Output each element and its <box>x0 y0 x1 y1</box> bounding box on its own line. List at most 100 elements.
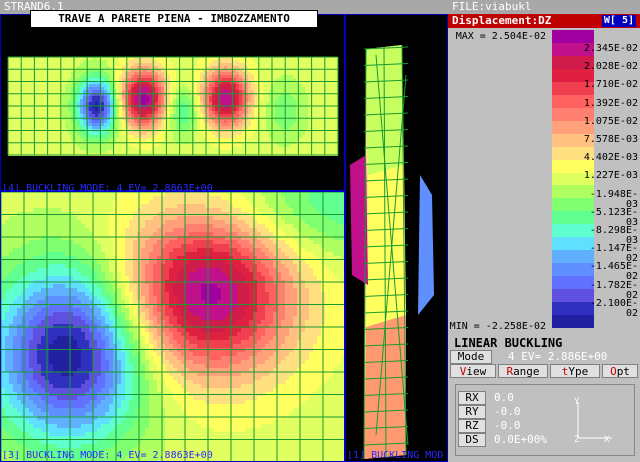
viewport-4-plot[interactable] <box>1 15 344 190</box>
contour-cell <box>227 126 230 129</box>
contour-cell <box>116 90 119 93</box>
contour-cell <box>177 216 181 220</box>
contour-cell <box>65 102 68 105</box>
contour-cell <box>26 66 29 69</box>
contour-cell <box>332 66 335 69</box>
contour-cell <box>158 84 161 87</box>
contour-cell <box>23 63 26 66</box>
contour-cell <box>56 123 59 126</box>
viewport-4[interactable] <box>0 14 345 191</box>
contour-cell <box>209 144 212 147</box>
contour-cell <box>277 248 281 252</box>
contour-cell <box>233 132 236 135</box>
contour-cell <box>105 232 109 236</box>
contour-cell <box>107 75 110 78</box>
contour-cell <box>266 150 269 153</box>
contour-cell <box>308 123 311 126</box>
contour-cell <box>299 147 302 150</box>
contour-cell <box>308 102 311 105</box>
contour-cell <box>80 102 83 105</box>
contour-cell <box>149 99 152 102</box>
contour-cell <box>77 99 80 102</box>
contour-cell <box>14 114 17 117</box>
contour-cell <box>217 244 221 248</box>
contour-cell <box>209 192 213 196</box>
contour-cell <box>37 240 41 244</box>
contour-cell <box>41 126 44 129</box>
contour-cell <box>116 150 119 153</box>
contour-cell <box>5 248 9 252</box>
contour-cell <box>176 75 179 78</box>
contour-cell <box>105 220 109 224</box>
contour-cell <box>141 248 145 252</box>
contour-cell <box>251 114 254 117</box>
contour-cell <box>177 192 181 196</box>
contour-cell <box>189 200 193 204</box>
contour-cell <box>193 220 197 224</box>
contour-cell <box>83 66 86 69</box>
contour-cell <box>302 78 305 81</box>
contour-cell <box>209 72 212 75</box>
viewport-3[interactable] <box>0 191 345 462</box>
contour-cell <box>289 220 293 224</box>
contour-cell <box>85 232 89 236</box>
contour-cell <box>14 99 17 102</box>
contour-cell <box>326 138 329 141</box>
contour-cell <box>308 63 311 66</box>
contour-cell <box>170 114 173 117</box>
contour-cell <box>254 75 257 78</box>
contour-cell <box>251 78 254 81</box>
contour-cell <box>281 224 285 228</box>
contour-cell <box>194 99 197 102</box>
contour-cell <box>109 232 113 236</box>
contour-cell <box>26 147 29 150</box>
contour-cell <box>50 135 53 138</box>
contour-cell <box>122 150 125 153</box>
contour-cell <box>169 192 173 196</box>
viewport-3-plot[interactable] <box>0 191 345 462</box>
contour-cell <box>329 232 333 236</box>
contour-cell <box>287 99 290 102</box>
contour-cell <box>44 84 47 87</box>
contour-cell <box>85 228 89 232</box>
contour-cell <box>85 248 89 252</box>
contour-cell <box>53 208 57 212</box>
contour-cell <box>245 240 249 244</box>
contour-cell <box>176 72 179 75</box>
contour-cell <box>37 196 41 200</box>
contour-cell <box>9 240 13 244</box>
contour-cell <box>56 111 59 114</box>
contour-cell <box>53 200 57 204</box>
contour-cell <box>93 216 97 220</box>
contour-cell <box>9 216 13 220</box>
contour-cell <box>325 248 329 252</box>
contour-cell <box>83 78 86 81</box>
contour-cell <box>65 244 69 248</box>
contour-cell <box>44 132 47 135</box>
contour-cell <box>95 96 98 99</box>
contour-cell <box>80 78 83 81</box>
contour-cell <box>266 72 269 75</box>
contour-cell <box>141 192 145 196</box>
contour-cell <box>146 102 149 105</box>
contour-cell <box>233 228 237 232</box>
contour-cell <box>337 208 341 212</box>
contour-cell <box>241 228 245 232</box>
contour-cell <box>325 224 329 228</box>
contour-cell <box>302 123 305 126</box>
contour-cell <box>158 96 161 99</box>
contour-cell <box>301 220 305 224</box>
contour-cell <box>134 72 137 75</box>
contour-cell <box>200 102 203 105</box>
contour-cell <box>290 132 293 135</box>
contour-cell <box>301 208 305 212</box>
contour-cell <box>65 84 68 87</box>
contour-cell <box>26 75 29 78</box>
contour-cell <box>301 248 305 252</box>
contour-cell <box>83 120 86 123</box>
contour-cell <box>77 87 80 90</box>
contour-cell <box>83 84 86 87</box>
contour-cell <box>61 200 65 204</box>
contour-cell <box>177 228 181 232</box>
contour-cell <box>149 87 152 90</box>
